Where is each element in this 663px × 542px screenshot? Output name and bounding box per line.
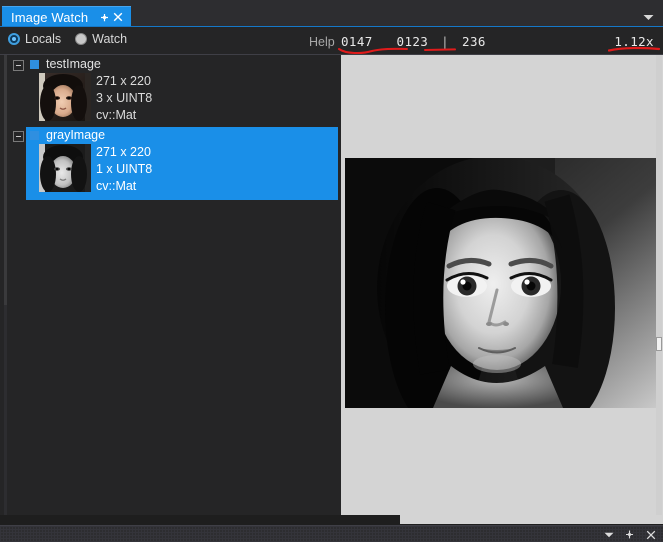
thumbnail-grayscale[interactable]	[39, 144, 91, 192]
help-link[interactable]: Help	[309, 35, 335, 49]
status-bar	[0, 525, 663, 542]
radio-selected-icon	[8, 33, 20, 45]
node-header: testImage	[30, 57, 101, 71]
scope-radio-group: Locals Watch	[8, 32, 141, 46]
variable-name: grayImage	[46, 128, 106, 142]
variable-tree-panel: testImage 271 x 220 3 x UINT8 cv::Mat gr…	[0, 55, 341, 515]
variable-metadata: 271 x 220 3 x UINT8 cv::Mat	[96, 73, 152, 124]
image-viewer[interactable]	[341, 55, 663, 515]
expander-toggle[interactable]	[13, 60, 24, 71]
close-icon[interactable]	[644, 527, 657, 542]
meta-dimensions: 271 x 220	[96, 145, 151, 159]
status-bar-icons	[602, 527, 657, 542]
close-icon[interactable]	[111, 9, 125, 25]
cursor-readout: 0147 0123 | 236	[341, 34, 486, 49]
expander-toggle[interactable]	[13, 131, 24, 142]
chevron-down-icon[interactable]	[641, 10, 655, 24]
cursor-x-value: 0147	[341, 34, 373, 49]
tool-strip: Locals Watch Help 0147 0123 | 236 1.12x	[0, 27, 663, 55]
meta-channels-type: 1 x UINT8	[96, 162, 153, 176]
meta-cpp-type: cv::Mat	[96, 179, 137, 193]
thumbnail-color[interactable]	[39, 73, 91, 121]
readout-separator: |	[441, 34, 450, 49]
tab-image-watch[interactable]: Image Watch	[2, 6, 132, 27]
meta-channels-type: 3 x UINT8	[96, 91, 153, 105]
radio-locals[interactable]: Locals	[8, 32, 61, 46]
tree-scrollbar-thumb[interactable]	[4, 55, 7, 305]
bottom-gap	[0, 515, 663, 525]
variable-name: testImage	[46, 57, 101, 71]
meta-cpp-type: cv::Mat	[96, 108, 137, 122]
variable-color-swatch	[30, 130, 39, 140]
viewer-image[interactable]	[345, 158, 656, 408]
meta-dimensions: 271 x 220	[96, 74, 151, 88]
viewer-scrollbar-thumb[interactable]	[656, 337, 662, 351]
node-header: grayImage	[30, 128, 105, 142]
zoom-level-readout: 1.12x	[614, 34, 654, 49]
radio-locals-label: Locals	[25, 32, 62, 46]
variable-metadata: 271 x 220 1 x UINT8 cv::Mat	[96, 144, 152, 195]
bottom-gap-light-region	[400, 515, 663, 524]
radio-watch-label: Watch	[92, 32, 128, 46]
image-watch-window: Image Watch Locals Watch Help 0147 0123 …	[0, 0, 663, 542]
chevron-down-icon[interactable]	[602, 527, 615, 542]
tab-label: Image Watch	[11, 9, 89, 25]
viewer-scrollbar-track[interactable]	[656, 55, 662, 515]
radio-watch[interactable]: Watch	[75, 32, 127, 46]
tab-bar: Image Watch	[0, 0, 663, 27]
pin-icon[interactable]	[623, 527, 636, 542]
pixel-value: 236	[462, 34, 486, 49]
radio-unselected-icon	[75, 33, 88, 45]
cursor-y-value: 0123	[396, 34, 429, 49]
pin-icon[interactable]	[97, 9, 111, 25]
variable-color-swatch	[30, 59, 39, 69]
